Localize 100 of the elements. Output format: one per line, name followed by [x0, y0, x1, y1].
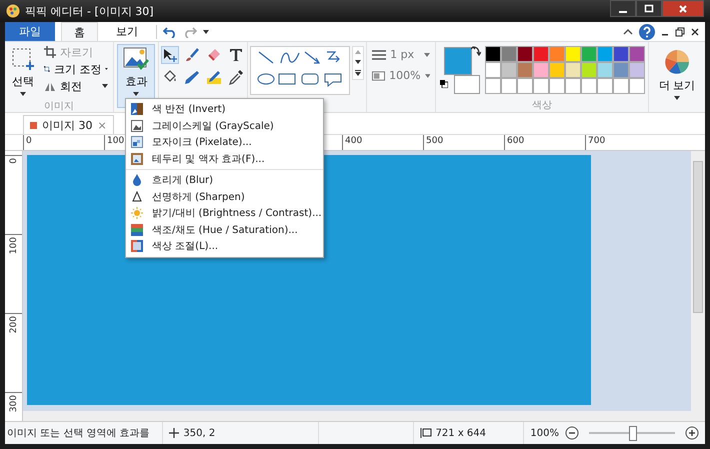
color-swatch[interactable]: [614, 63, 628, 77]
color-swatch[interactable]: [502, 79, 516, 93]
default-colors-icon[interactable]: [440, 80, 448, 88]
color-swatch[interactable]: [614, 47, 628, 61]
swap-colors-icon[interactable]: [471, 46, 481, 56]
menu-item[interactable]: 색상 조절(L)...: [126, 238, 323, 254]
color-swatch[interactable]: [534, 63, 548, 77]
eyedropper-icon[interactable]: [228, 69, 244, 85]
mosaic-icon: [131, 136, 143, 148]
menu-item[interactable]: 그레이스케일 (GrayScale): [126, 118, 323, 134]
selection-tool-icon[interactable]: [162, 47, 178, 63]
color-swatch[interactable]: [486, 47, 500, 61]
color-swatch[interactable]: [566, 63, 580, 77]
resize-button[interactable]: 크기 조정: [42, 61, 110, 77]
close-icon[interactable]: [691, 28, 699, 36]
menu-item[interactable]: 색조/채도 (Hue / Saturation)...: [126, 222, 323, 238]
color-swatch[interactable]: [630, 79, 644, 93]
more-colors-button[interactable]: 더 보기: [654, 46, 700, 103]
menu-item[interactable]: 테두리 및 액자 효과(F)...: [126, 150, 323, 167]
color-swatch[interactable]: [502, 63, 516, 77]
invert-icon: [131, 103, 143, 116]
color-swatch[interactable]: [518, 79, 532, 93]
minimize-icon: [619, 10, 627, 12]
color-swatch[interactable]: [550, 47, 564, 61]
horizontal-scrollbar[interactable]: [23, 411, 691, 421]
color-swatch[interactable]: [486, 79, 500, 93]
resize-icon: [44, 63, 50, 75]
menu-item[interactable]: 밝기/대비 (Brightness / Contrast)...: [126, 205, 323, 222]
color-swatch[interactable]: [630, 63, 644, 77]
caret-icon: [20, 92, 26, 96]
file-tab[interactable]: 파일: [5, 22, 55, 41]
color-swatch[interactable]: [582, 79, 596, 93]
ribbon-tab[interactable]: 보기: [104, 22, 150, 41]
ribbon-tab[interactable]: 홈: [61, 22, 98, 41]
menu-item[interactable]: 흐리게 (Blur): [126, 172, 323, 188]
color-swatch[interactable]: [598, 47, 612, 61]
color-swatch[interactable]: [598, 79, 612, 93]
color-swatch[interactable]: [566, 47, 580, 61]
close-icon: [678, 4, 688, 14]
caret-icon: [424, 74, 430, 78]
menu-item[interactable]: 선명하게 (Sharpen): [126, 188, 323, 205]
opacity-dropdown[interactable]: 100%: [371, 69, 432, 82]
color-swatch[interactable]: [598, 63, 612, 77]
primary-color[interactable]: [444, 47, 472, 75]
rotate-button[interactable]: 회전: [42, 78, 110, 94]
close-button[interactable]: [662, 0, 704, 17]
menu-item[interactable]: 모자이크 (Pixelate)...: [126, 134, 323, 150]
color-swatch[interactable]: [582, 63, 596, 77]
close-tab-button[interactable]: ×: [98, 118, 107, 132]
caret-icon[interactable]: [203, 30, 209, 34]
secondary-color[interactable]: [454, 75, 480, 94]
scroll-down-icon[interactable]: [355, 60, 362, 64]
collapse-ribbon-icon[interactable]: [623, 28, 633, 36]
document-title: 이미지 30: [42, 118, 92, 132]
pencil-icon[interactable]: [184, 69, 200, 85]
color-swatch[interactable]: [550, 63, 564, 77]
hue-icon: [131, 224, 143, 236]
scroll-up-icon[interactable]: [355, 50, 362, 54]
color-swatch[interactable]: [518, 47, 532, 61]
caret-icon: [674, 96, 680, 100]
color-swatch[interactable]: [518, 63, 532, 77]
undo-icon[interactable]: [163, 26, 177, 38]
color-swatch[interactable]: [630, 47, 644, 61]
window-title: 픽픽 에디터 - [이미지 30]: [25, 4, 154, 18]
help-icon[interactable]: [639, 24, 655, 40]
image-size-icon: [420, 428, 432, 438]
restore-icon[interactable]: [675, 26, 685, 36]
caret-icon: [102, 84, 108, 88]
caret-icon: [133, 92, 140, 96]
zoom-percent: 100%: [530, 428, 559, 438]
minimize-button[interactable]: [610, 0, 636, 17]
caret-icon: [105, 67, 108, 71]
color-swatch[interactable]: [566, 79, 580, 93]
pie-chart-icon: [664, 49, 690, 75]
zoom-slider-thumb[interactable]: [629, 426, 637, 441]
line-size-dropdown[interactable]: 1 px: [371, 48, 432, 61]
color-swatch[interactable]: [550, 79, 564, 93]
text-tool-icon[interactable]: [228, 47, 244, 63]
color-swatch[interactable]: [582, 47, 596, 61]
expand-gallery-icon[interactable]: [355, 70, 362, 76]
redo-icon[interactable]: [183, 26, 197, 38]
color-swatch[interactable]: [614, 79, 628, 93]
eraser-icon[interactable]: [206, 47, 222, 63]
move-icon: [169, 428, 180, 438]
color-swatch[interactable]: [534, 79, 548, 93]
app-logo-icon: [6, 4, 20, 18]
maximize-button[interactable]: [636, 0, 662, 17]
drop-icon: [132, 174, 142, 186]
color-swatch[interactable]: [486, 63, 500, 77]
vertical-scrollbar[interactable]: [691, 151, 705, 421]
color-swatch[interactable]: [502, 47, 516, 61]
brush-icon[interactable]: [184, 47, 200, 63]
ruler-label: 600: [507, 136, 524, 146]
document-tab[interactable]: 이미지 30 ×: [23, 115, 114, 134]
color-swatch[interactable]: [534, 47, 548, 61]
zoom-in-icon[interactable]: [685, 426, 699, 440]
select-button[interactable]: 선택: [8, 44, 38, 99]
zoom-out-icon[interactable]: [565, 426, 579, 440]
shapes-gallery[interactable]: [250, 46, 350, 95]
highlighter-icon[interactable]: [206, 69, 222, 85]
